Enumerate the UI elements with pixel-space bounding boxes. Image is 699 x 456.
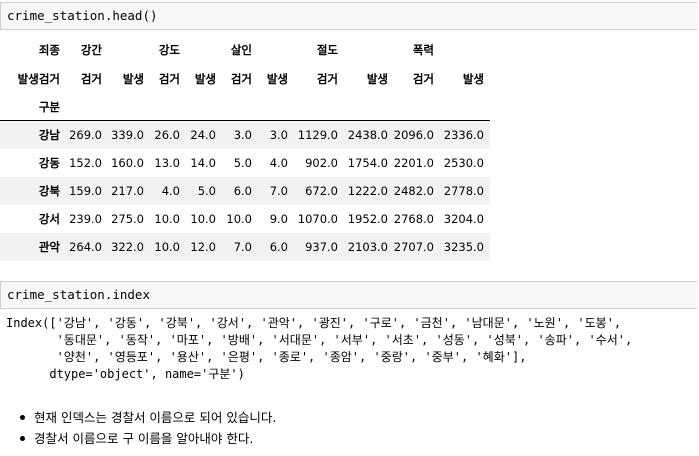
table-cell: 10.0: [154, 212, 180, 226]
row-index: 강북: [38, 184, 60, 198]
code-cell-index[interactable]: crime_station.index: [0, 281, 697, 309]
row-index: 강남: [38, 128, 60, 142]
column-header-status: 발생: [266, 71, 288, 86]
index-name: 구분: [38, 99, 60, 114]
table-cell: 152.0: [69, 156, 102, 170]
table-cell: 2530.0: [443, 156, 484, 170]
table-cell: 159.0: [69, 184, 102, 198]
index-output: Index(['강남', '강동', '강북', '강서', '관악', '광진…: [6, 315, 632, 383]
column-header-status: 발생: [122, 71, 144, 86]
column-header-status: 발생: [462, 71, 484, 86]
table-cell: 1754.0: [347, 156, 388, 170]
table-cell: 217.0: [111, 184, 144, 198]
output-line: '양천', '영등포', '용산', '은평', '종로', '종암', '중랑…: [6, 350, 527, 364]
table-row: 강서 239.0 275.0 10.0 10.0 10.0 9.0 1070.0 1952.0 2…: [0, 205, 490, 233]
table-body: 강남 269.0 339.0 26.0 24.0 3.0 3.0 1129.0 2438.0 20…: [0, 121, 490, 261]
table-cell: 264.0: [69, 240, 102, 254]
table-cell: 10.0: [226, 212, 252, 226]
column-header-crime-type: 강간: [80, 42, 102, 57]
column-header-crime-type: 강도: [158, 42, 180, 57]
table-cell: 1222.0: [347, 184, 388, 198]
table-cell: 4.0: [161, 184, 180, 198]
row-index: 강동: [38, 156, 60, 170]
column-header-status: 발생: [194, 71, 216, 86]
output-line: '동대문', '동작', '마포', '방배', '서대문', '서부', '서…: [6, 333, 633, 347]
table-cell: 275.0: [111, 212, 144, 226]
table-cell: 6.0: [233, 184, 252, 198]
table-cell: 2103.0: [347, 240, 388, 254]
code-cell-head[interactable]: crime_station.head(): [0, 2, 697, 30]
code-text[interactable]: crime_station.index: [7, 287, 150, 302]
output-line: Index(['강남', '강동', '강북', '강서', '관악', '광진…: [6, 316, 622, 330]
table-cell: 9.0: [269, 212, 288, 226]
table-cell: 5.0: [233, 156, 252, 170]
header-row-index-name: 구분: [0, 93, 490, 121]
table-cell: 2438.0: [347, 128, 388, 142]
table-cell: 3.0: [233, 128, 252, 142]
row-index: 강서: [38, 212, 60, 226]
table-cell: 1070.0: [297, 212, 338, 226]
column-header-crime-type: 폭력: [412, 42, 434, 57]
table-cell: 2336.0: [443, 128, 484, 142]
table-cell: 2096.0: [393, 128, 434, 142]
table-cell: 937.0: [305, 240, 338, 254]
column-level-name: 발생검거: [17, 71, 60, 86]
table-cell: 12.0: [190, 240, 216, 254]
table-cell: 1129.0: [297, 128, 338, 142]
column-header-status: 검거: [230, 71, 252, 86]
table-cell: 10.0: [154, 240, 180, 254]
column-level-name: 죄종: [38, 42, 60, 57]
bullet-icon: [20, 436, 25, 441]
table-cell: 3.0: [269, 128, 288, 142]
column-header-crime-type: 절도: [316, 42, 338, 57]
column-header-status: 검거: [80, 71, 102, 86]
table-cell: 160.0: [111, 156, 144, 170]
table-cell: 10.0: [190, 212, 216, 226]
table-cell: 339.0: [111, 128, 144, 142]
table-cell: 2707.0: [393, 240, 434, 254]
table-row: 강북 159.0 217.0 4.0 5.0 6.0 7.0 672.0 1222.0 2482.…: [0, 177, 490, 205]
note-text: 현재 인덱스는 경찰서 이름으로 되어 있습니다.: [34, 410, 277, 425]
column-header-status: 검거: [316, 71, 338, 86]
code-text[interactable]: crime_station.head(): [7, 8, 158, 23]
dataframe-table: 죄종 강간 강도 살인 절도 폭력 발생검거 검거 발생 검거 발생 검거 발생 검거 발생 검거 발생 구분…: [0, 35, 490, 261]
table-cell: 13.0: [154, 156, 180, 170]
table-row: 강동 152.0 160.0 13.0 14.0 5.0 4.0 902.0 1754.0 220…: [0, 149, 490, 177]
header-row-crime-type: 죄종 강간 강도 살인 절도 폭력: [0, 35, 490, 64]
markdown-notes: 현재 인덱스는 경찰서 이름으로 되어 있습니다. 경찰서 이름으로 구 이름을…: [0, 407, 276, 449]
table-cell: 322.0: [111, 240, 144, 254]
table-cell: 1952.0: [347, 212, 388, 226]
note-item: 경찰서 이름으로 구 이름을 알아내야 한다.: [0, 428, 276, 449]
table-cell: 239.0: [69, 212, 102, 226]
table-cell: 3235.0: [443, 240, 484, 254]
column-header-status: 검거: [158, 71, 180, 86]
table-cell: 902.0: [305, 156, 338, 170]
table-cell: 2201.0: [393, 156, 434, 170]
column-header-status: 검거: [412, 71, 434, 86]
table-cell: 672.0: [305, 184, 338, 198]
column-header-status: 발생: [366, 71, 388, 86]
table-cell: 2768.0: [393, 212, 434, 226]
table-cell: 5.0: [197, 184, 216, 198]
note-item: 현재 인덱스는 경찰서 이름으로 되어 있습니다.: [0, 407, 276, 428]
table-cell: 14.0: [190, 156, 216, 170]
header-row-status: 발생검거 검거 발생 검거 발생 검거 발생 검거 발생 검거 발생: [0, 64, 490, 93]
table-cell: 26.0: [154, 128, 180, 142]
table-cell: 2778.0: [443, 184, 484, 198]
table-row: 관악 264.0 322.0 10.0 12.0 7.0 6.0 937.0 2103.0 270…: [0, 233, 490, 261]
table-cell: 269.0: [69, 128, 102, 142]
column-header-crime-type: 살인: [230, 42, 252, 57]
table-cell: 6.0: [269, 240, 288, 254]
note-text: 경찰서 이름으로 구 이름을 알아내야 한다.: [34, 431, 254, 446]
table-cell: 24.0: [190, 128, 216, 142]
row-index: 관악: [38, 240, 60, 254]
bullet-icon: [20, 415, 25, 420]
table-cell: 7.0: [233, 240, 252, 254]
table-cell: 7.0: [269, 184, 288, 198]
table-cell: 2482.0: [393, 184, 434, 198]
output-line: dtype='object', name='구분'): [6, 367, 245, 381]
table-cell: 4.0: [269, 156, 288, 170]
table-row: 강남 269.0 339.0 26.0 24.0 3.0 3.0 1129.0 2438.0 20…: [0, 121, 490, 149]
table-cell: 3204.0: [443, 212, 484, 226]
